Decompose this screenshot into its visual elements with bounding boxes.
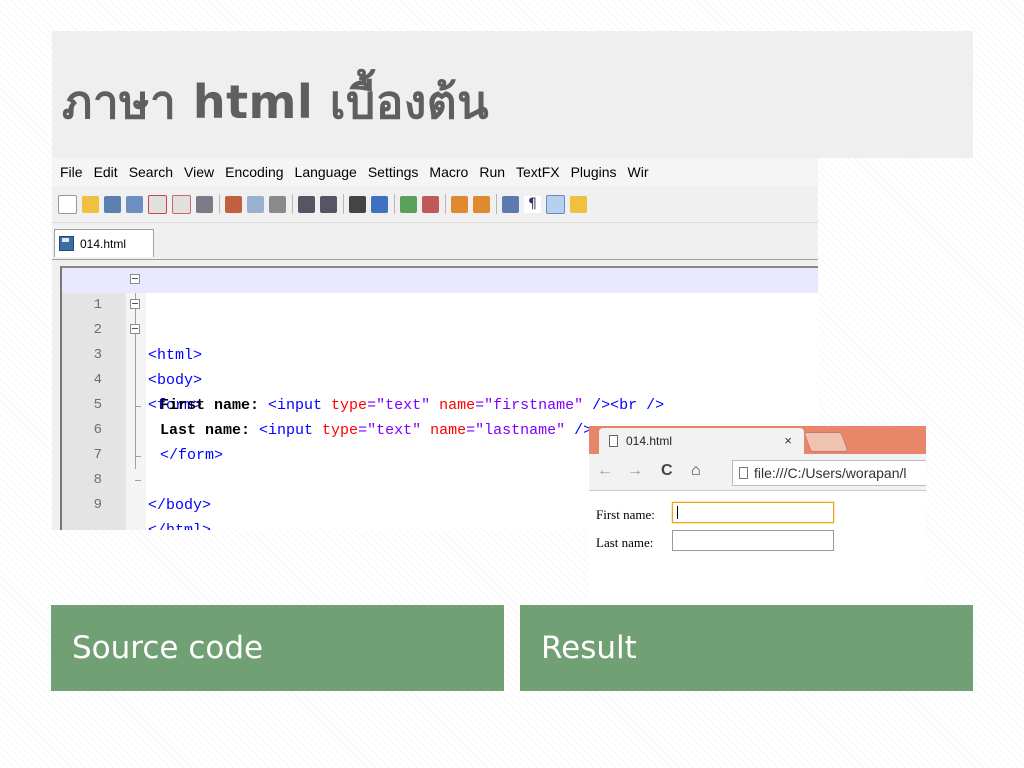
fold-toggle-icon[interactable] [130,274,140,284]
replace-icon[interactable] [371,195,388,213]
result-caption: Result [520,605,973,691]
menu-encoding[interactable]: Encoding [225,164,283,180]
file-tab[interactable]: 014.html [54,229,154,257]
copy-icon[interactable] [247,195,264,213]
reload-icon[interactable]: C [661,462,673,480]
fold-toggle-icon[interactable] [130,324,140,334]
print-icon[interactable] [196,195,213,213]
toolbar-separator [343,194,344,214]
file-tab-bar: 014.html [52,223,818,260]
slide-title: ภาษา html เบื้องต้น [62,75,490,129]
menu-language[interactable]: Language [295,164,357,180]
indent-guide-icon[interactable] [546,194,565,214]
home-icon[interactable]: ⌂ [691,462,701,480]
file-tab-label: 014.html [80,236,127,251]
paste-icon[interactable] [269,195,286,213]
forward-icon[interactable]: → [627,462,643,480]
browser-toolbar: ← → C ⌂ file:///C:/Users/worapan/l [589,454,926,491]
text-caret [677,506,678,519]
last-name-input[interactable] [672,530,834,551]
code-line: 1 <html> [62,268,818,364]
first-name-label: First name: [596,507,655,522]
last-name-label: Last name: [596,535,654,550]
line-number: 9 [93,497,102,513]
sync-vertical-icon[interactable] [451,195,468,213]
redo-icon[interactable] [320,195,337,213]
menu-window[interactable]: Wir [628,164,649,180]
code-line: 6 </form> [62,393,818,464]
menu-file[interactable]: File [60,164,83,180]
undo-icon[interactable] [298,195,315,213]
code-line: 4 First name: <input type="text" name="f… [62,343,818,414]
open-file-icon[interactable] [82,195,99,213]
saved-file-icon [59,236,74,251]
browser-tab-strip: 014.html × [589,426,926,454]
cut-icon[interactable] [225,195,242,213]
close-tab-icon[interactable]: × [784,433,792,448]
menu-settings[interactable]: Settings [368,164,419,180]
code-line: 5 Last name: <input type="text" name="la… [62,368,818,439]
first-name-input[interactable] [672,502,834,523]
save-all-icon[interactable] [126,195,143,213]
menu-textfx[interactable]: TextFX [516,164,560,180]
back-icon[interactable]: ← [597,462,613,480]
toolbar: ¶ [52,186,818,223]
sync-horizontal-icon[interactable] [473,195,490,213]
menu-run[interactable]: Run [479,164,505,180]
close-all-icon[interactable] [172,194,191,214]
toolbar-separator [445,194,446,214]
show-all-characters-icon[interactable]: ¶ [524,195,541,213]
fold-toggle-icon[interactable] [130,299,140,309]
save-icon[interactable] [104,195,121,213]
menu-view[interactable]: View [184,164,214,180]
address-text: file:///C:/Users/worapan/l [754,465,907,481]
browser-tab[interactable]: 014.html × [599,428,804,454]
address-bar[interactable]: file:///C:/Users/worapan/l [732,460,926,486]
page-icon [739,467,748,479]
user-language-icon[interactable] [570,195,587,213]
page-icon [609,435,618,447]
menu-bar: File Edit Search View Encoding Language … [52,158,818,186]
toolbar-separator [292,194,293,214]
browser-window: 014.html × ← → C ⌂ file:///C:/Users/wora… [589,426,926,604]
code-line: 2 <body> [62,293,818,389]
new-file-icon[interactable] [58,194,77,214]
toolbar-separator [496,194,497,214]
new-tab-button[interactable] [803,432,849,452]
find-icon[interactable] [349,195,366,213]
zoom-out-icon[interactable] [422,195,439,213]
menu-macro[interactable]: Macro [429,164,468,180]
menu-search[interactable]: Search [129,164,173,180]
code-line: 3 <form> [62,318,818,414]
menu-edit[interactable]: Edit [94,164,118,180]
close-file-icon[interactable] [148,194,167,214]
word-wrap-icon[interactable] [502,195,519,213]
zoom-in-icon[interactable] [400,195,417,213]
source-code-caption: Source code [51,605,504,691]
toolbar-separator [394,194,395,214]
toolbar-separator [219,194,220,214]
code-text: </html> [148,518,211,530]
browser-tab-label: 014.html [626,434,673,448]
menu-plugins[interactable]: Plugins [571,164,617,180]
code-text: </body> [148,497,212,514]
